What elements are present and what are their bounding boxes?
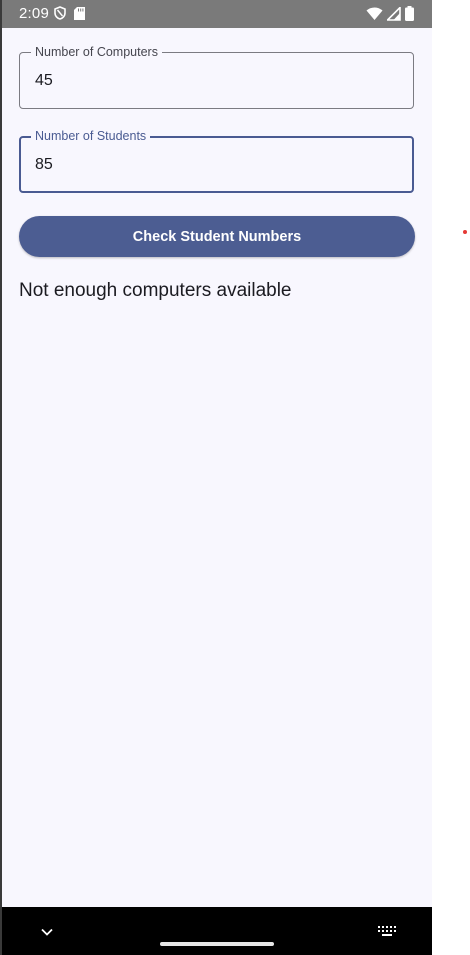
chevron-down-icon[interactable] xyxy=(40,924,54,942)
students-field[interactable]: Number of Students 85 xyxy=(19,129,414,193)
battery-icon xyxy=(405,6,414,25)
students-field-label: Number of Students xyxy=(31,129,151,143)
vpn-shield-icon xyxy=(54,6,66,24)
status-right-icons xyxy=(366,5,414,25)
pointer-dot xyxy=(463,230,467,234)
result-message: Not enough computers available xyxy=(19,280,292,301)
status-left-icons xyxy=(54,6,85,24)
wifi-icon xyxy=(366,7,383,25)
cell-signal-icon xyxy=(385,5,401,25)
status-bar: 2:09 xyxy=(2,0,432,28)
app-screen: 2:09 Number of Computers 45 Number of St… xyxy=(2,0,432,955)
computers-field-label: Number of Computers xyxy=(31,45,162,59)
status-time: 2:09 xyxy=(19,5,49,22)
computers-field[interactable]: Number of Computers 45 xyxy=(19,45,414,109)
keyboard-icon[interactable] xyxy=(377,925,397,944)
home-handle[interactable] xyxy=(160,942,274,946)
check-student-numbers-button[interactable]: Check Student Numbers xyxy=(19,216,415,257)
navigation-bar xyxy=(2,907,432,955)
computers-field-value[interactable]: 45 xyxy=(35,72,53,90)
sd-card-icon xyxy=(74,6,85,24)
students-field-value[interactable]: 85 xyxy=(35,156,53,174)
